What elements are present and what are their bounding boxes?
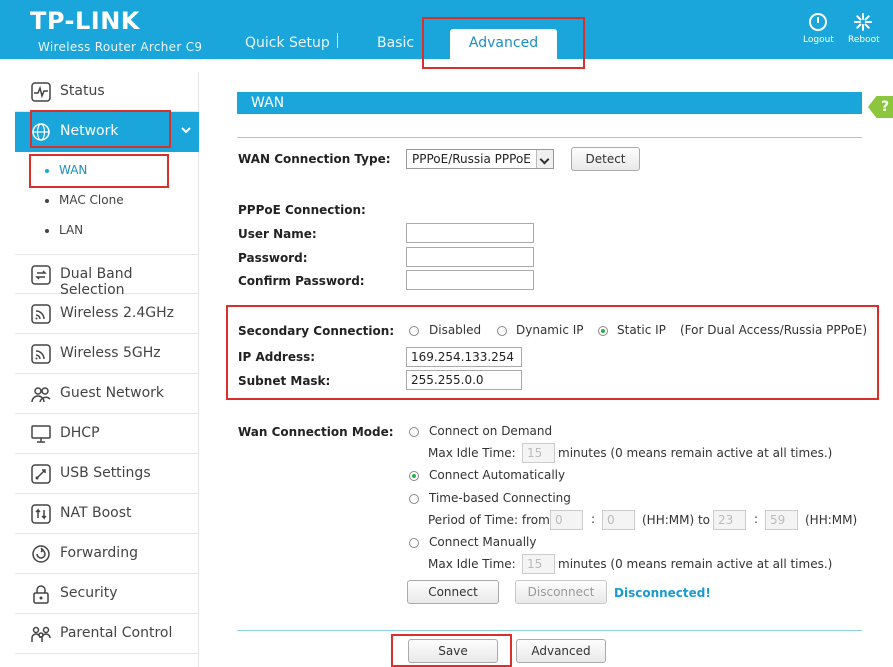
sidebar-item-dhcp[interactable]: DHCP [15,414,199,454]
advanced-button[interactable]: Advanced [516,639,606,663]
highlight-box [29,154,169,188]
hhmm-to-label: (HH:MM) to [642,513,711,527]
bullet-icon [45,199,49,203]
tab-quick-setup[interactable]: Quick Setup [245,35,330,51]
password-label: Password: [238,251,308,265]
sidebar-item-status[interactable]: Status [15,72,199,112]
confirm-password-input[interactable] [406,270,534,290]
hhmm-label: (HH:MM) [805,513,858,527]
router-model: Wireless Router Archer C9 [38,40,203,54]
sidebar-item-label: NAT Boost [60,505,132,521]
radio-connect-manually[interactable] [409,538,419,548]
monitor-icon [31,425,51,443]
max-idle-label: Max Idle Time: [428,446,516,460]
highlight-box [226,305,879,400]
section-title: WAN [237,92,862,114]
time-to-hour-input[interactable] [713,510,746,530]
idle-time-input-manual[interactable] [522,554,555,574]
chevron-down-icon[interactable] [181,127,191,135]
help-icon[interactable]: ? [868,96,893,118]
sidebar-item-forwarding[interactable]: Forwarding [15,534,199,574]
detect-button[interactable]: Detect [571,147,640,171]
bullet-icon [45,229,49,233]
time-from-hour-input[interactable] [550,510,583,530]
time-from-minute-input[interactable] [602,510,635,530]
period-label: Period of Time: from [428,513,550,527]
nav-separator [337,33,338,48]
sidebar-item-wireless-5[interactable]: Wireless 5GHz [15,334,199,374]
password-input[interactable] [406,247,534,267]
wireless-icon [31,304,51,324]
sidebar-item-guest-network[interactable]: Guest Network [15,374,199,414]
radio-time-based[interactable] [409,494,419,504]
idle-time-suffix: minutes (0 means remain active at all ti… [558,446,833,460]
sidebar-item-wireless-24[interactable]: Wireless 2.4GHz [15,294,199,334]
disconnect-button[interactable]: Disconnect [515,580,607,604]
sidebar-item-label: USB Settings [60,465,151,481]
wan-type-select[interactable]: PPPoE/Russia PPPoE [406,149,554,169]
idle-time-input[interactable] [522,443,555,463]
sidebar-item-label: Wireless 5GHz [60,345,161,361]
divider [237,630,862,631]
highlight-box [422,17,585,69]
sidebar-item-parental-control[interactable]: Parental Control [15,614,199,654]
family-icon [31,626,51,642]
time-colon: : [591,512,596,526]
radio-connect-automatically[interactable] [409,471,419,481]
guest-icon [31,387,51,403]
max-idle-label: Max Idle Time: [428,557,516,571]
sidebar-item-label: Guest Network [60,385,165,401]
wan-type-value: PPPoE/Russia PPPoE [412,152,531,166]
divider [237,137,862,138]
sidebar-item-usb-settings[interactable]: USB Settings [15,454,199,494]
highlight-box [391,634,512,667]
tab-basic[interactable]: Basic [377,35,414,51]
connect-button[interactable]: Connect [407,580,499,604]
time-based-label: Time-based Connecting [429,491,571,505]
highlight-box [30,110,171,148]
reboot-icon[interactable] [853,12,873,32]
nat-boost-icon [31,504,51,524]
sidebar-item-label: Wireless 2.4GHz [60,305,175,321]
username-input[interactable] [406,223,534,243]
forwarding-icon [32,545,50,563]
idle-time-suffix: minutes (0 means remain active at all ti… [558,557,833,571]
radio-connect-on-demand[interactable] [409,427,419,437]
connect-manually-label: Connect Manually [429,535,537,549]
confirm-password-label: Confirm Password: [238,274,365,288]
time-colon: : [754,512,759,526]
sidebar-item-label: Security [60,585,118,601]
wan-mode-label: Wan Connection Mode: [238,425,394,439]
reboot-label[interactable]: Reboot [848,35,880,45]
connect-on-demand-label: Connect on Demand [429,424,553,438]
lock-icon [33,585,49,604]
wireless-icon [31,344,51,364]
chevron-down-icon [536,150,553,168]
username-label: User Name: [238,227,317,241]
sidebar-item-dual-band[interactable]: Dual Band Selection [15,254,199,298]
sidebar-item-label: Forwarding [60,545,138,561]
dual-band-icon [31,265,51,285]
sidebar-item-label: Parental Control [60,625,173,641]
sidebar-item-nat-boost[interactable]: NAT Boost [15,494,199,534]
wan-type-label: WAN Connection Type: [238,152,391,166]
sidebar-item-label: Status [60,83,105,99]
connection-status: Disconnected! [614,586,711,600]
logout-icon[interactable] [808,12,828,32]
pppoe-heading: PPPoE Connection: [238,203,366,217]
usb-icon [31,464,51,484]
sidebar-item-label: DHCP [60,425,100,441]
tp-link-logo: TP-LINK [30,7,140,35]
logout-label[interactable]: Logout [803,35,834,45]
connect-automatically-label: Connect Automatically [429,468,566,482]
sidebar-item-security[interactable]: Security [15,574,199,614]
pulse-icon [31,82,51,102]
time-to-minute-input[interactable] [765,510,798,530]
